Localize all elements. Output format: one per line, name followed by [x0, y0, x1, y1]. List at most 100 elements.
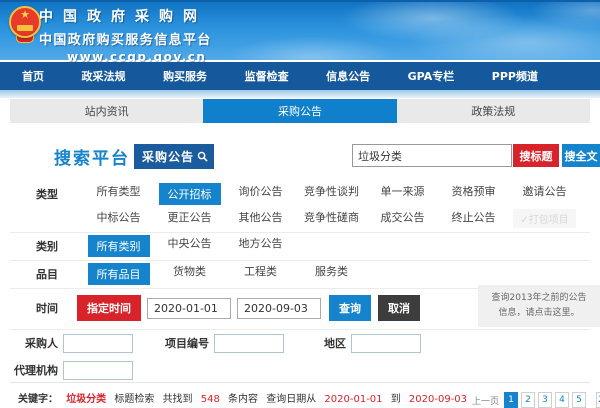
cancel-button[interactable]: 取消 [378, 295, 420, 321]
filter-row-fields: 采购人 项目编号 地区 [0, 330, 600, 356]
filter-category-label: 类别 [0, 238, 58, 254]
filter-type-single-source[interactable]: 单一来源 [367, 183, 438, 205]
filter-type-public-bidding[interactable]: 公开招标 [154, 183, 225, 205]
page-button-27[interactable]: 27 [596, 392, 600, 408]
project-no-label: 项目编号 [165, 335, 209, 351]
nav-item-regulations[interactable]: 政采法规 [82, 68, 126, 84]
date-from-input[interactable] [147, 298, 231, 319]
found-suffix: 条内容 [228, 394, 258, 405]
page-button-4[interactable]: 4 [555, 392, 569, 408]
keyword-value: 垃圾分类 [66, 394, 106, 405]
search-mode: 标题检索 [114, 394, 154, 405]
search-row: 搜索平台 采购公告 搜标题 搜全文 [0, 142, 600, 170]
page-button-1[interactable]: 1 [504, 392, 518, 408]
filter-row-item: 品目 所有品目 货物类 工程类 服务类 [0, 261, 600, 287]
specified-time-button[interactable]: 指定时间 [77, 295, 141, 321]
purchaser-input[interactable] [63, 334, 133, 353]
search-platform-title: 搜索平台 [54, 144, 130, 169]
page-button-3[interactable]: 3 [538, 392, 552, 408]
nav-item-supervision[interactable]: 监督检查 [245, 68, 289, 84]
purchaser-label: 采购人 [0, 335, 58, 351]
site-title: 中国政府采购网 [39, 6, 212, 26]
pre-2013-note[interactable]: 查询2013年之前的公告 信息，请点击这里。 [478, 285, 600, 327]
filter-category-all[interactable]: 所有类别 [83, 235, 154, 257]
filter-category-central[interactable]: 中央公告 [154, 235, 225, 257]
nav-item-gpa[interactable]: GPA专栏 [408, 68, 455, 84]
pre-2013-note-line2: 信息，请点击这里。 [498, 306, 579, 321]
search-scope-label: 采购公告 [142, 148, 194, 165]
filter-item-all[interactable]: 所有品目 [83, 263, 154, 285]
filter-item-goods[interactable]: 货物类 [154, 263, 225, 285]
site-banner: ★ 中国政府采购网 中国政府购买服务信息平台 www.ccgp.gov.cn [0, 0, 600, 60]
tab-site-news[interactable]: 站内资讯 [10, 99, 203, 123]
filter-type-inquiry[interactable]: 询价公告 [225, 183, 296, 205]
package-project-label: 打包项目 [529, 215, 569, 226]
filter-category-local[interactable]: 地方公告 [225, 235, 296, 257]
filter-type-correction[interactable]: 更正公告 [154, 209, 225, 228]
filter-item-services[interactable]: 服务类 [296, 263, 367, 285]
search-title-button[interactable]: 搜标题 [513, 144, 559, 167]
filter-type-package-project: ✓打包项目 [509, 209, 580, 228]
filter-type-all[interactable]: 所有类型 [83, 183, 154, 205]
tab-procurement-announcements[interactable]: 采购公告 [203, 99, 396, 123]
star-icon: ★ [11, 8, 39, 22]
date-from-value: 2020-01-01 [324, 394, 382, 405]
filter-type-other[interactable]: 其他公告 [225, 209, 296, 228]
ccgp-search-page: ★ 中国政府采购网 中国政府购买服务信息平台 www.ccgp.gov.cn 首… [0, 0, 600, 408]
search-fulltext-button[interactable]: 搜全文 [562, 144, 600, 167]
subnav-tabs: 站内资讯 采购公告 政策法规 [10, 99, 590, 123]
filter-row-type-line1: 类型 所有类型 公开招标 询价公告 竞争性谈判 单一来源 资格预审 邀请公告 [0, 182, 600, 206]
package-project-disabled: ✓打包项目 [513, 209, 575, 228]
check-icon: ✓ [520, 215, 528, 226]
results-footer: 关键字： 垃圾分类 标题检索 共找到 548 条内容 查询日期从 2020-01… [18, 390, 588, 408]
filter-type-invitation[interactable]: 邀请公告 [509, 183, 580, 205]
nav-item-ppp[interactable]: PPP频道 [492, 68, 538, 84]
page-button-2[interactable]: 2 [521, 392, 535, 408]
filter-row-category: 类别 所有类别 中央公告 地方公告 [0, 233, 600, 259]
search-icon [197, 151, 208, 162]
filter-time-label: 时间 [0, 300, 58, 316]
filter-type-label: 类型 [0, 186, 58, 202]
agency-label: 代理机构 [0, 362, 58, 378]
region-label: 地区 [324, 335, 346, 351]
nav-item-announcements[interactable]: 信息公告 [326, 68, 370, 84]
keyword-summary: 关键字： 垃圾分类 标题检索 共找到 548 条内容 查询日期从 2020-01… [18, 390, 472, 405]
banner-text: 中国政府采购网 中国政府购买服务信息平台 www.ccgp.gov.cn [39, 6, 212, 64]
filter-type-winning-bid[interactable]: 中标公告 [83, 209, 154, 228]
agency-input[interactable] [63, 361, 133, 380]
region-input[interactable] [351, 334, 421, 353]
query-button[interactable]: 查询 [329, 295, 371, 321]
keyword-label: 关键字： [18, 394, 58, 405]
filter-type-transaction[interactable]: 成交公告 [367, 209, 438, 228]
page-button-5[interactable]: 5 [572, 392, 586, 408]
filter-item-engineering[interactable]: 工程类 [225, 263, 296, 285]
pre-2013-note-line1: 查询2013年之前的公告 [492, 291, 587, 306]
filter-type-termination[interactable]: 终止公告 [438, 209, 509, 228]
site-subtitle: 中国政府购买服务信息平台 [39, 29, 212, 48]
project-number-input[interactable] [214, 334, 284, 353]
national-emblem-logo: ★ [8, 6, 42, 56]
pagination: 上一页 1 2 3 4 5 27 28 下一页 [472, 392, 600, 408]
main-nav: 首页 政采法规 购买服务 监督检查 信息公告 GPA专栏 PPP频道 [0, 62, 600, 90]
found-prefix: 共找到 [163, 394, 193, 405]
date-to-input[interactable] [237, 298, 321, 319]
tab-policies[interactable]: 政策法规 [397, 99, 590, 123]
filter-type-public-bidding-pill: 公开招标 [159, 183, 221, 205]
nav-item-home[interactable]: 首页 [22, 68, 44, 84]
to-label: 到 [391, 394, 401, 405]
prev-page-button[interactable]: 上一页 [472, 394, 499, 407]
emblem-circle: ★ [9, 6, 41, 38]
filter-item-all-pill: 所有品目 [88, 263, 150, 285]
search-scope-badge[interactable]: 采购公告 [134, 144, 214, 169]
filter-type-competitive-consultation[interactable]: 竞争性磋商 [296, 209, 367, 228]
filter-category-all-pill: 所有类别 [88, 235, 150, 257]
filter-row-type-line2: 中标公告 更正公告 其他公告 竞争性磋商 成交公告 终止公告 ✓打包项目 [0, 206, 600, 230]
emblem-gate [17, 25, 33, 31]
nav-gradient-strip [0, 90, 600, 98]
filter-type-prequalification[interactable]: 资格预审 [438, 183, 509, 205]
filter-type-competitive-negotiation[interactable]: 竞争性谈判 [296, 183, 367, 205]
result-count: 548 [201, 394, 220, 405]
filter-item-label: 品目 [0, 266, 58, 282]
nav-item-purchase-services[interactable]: 购买服务 [163, 68, 207, 84]
search-input[interactable] [352, 144, 512, 167]
